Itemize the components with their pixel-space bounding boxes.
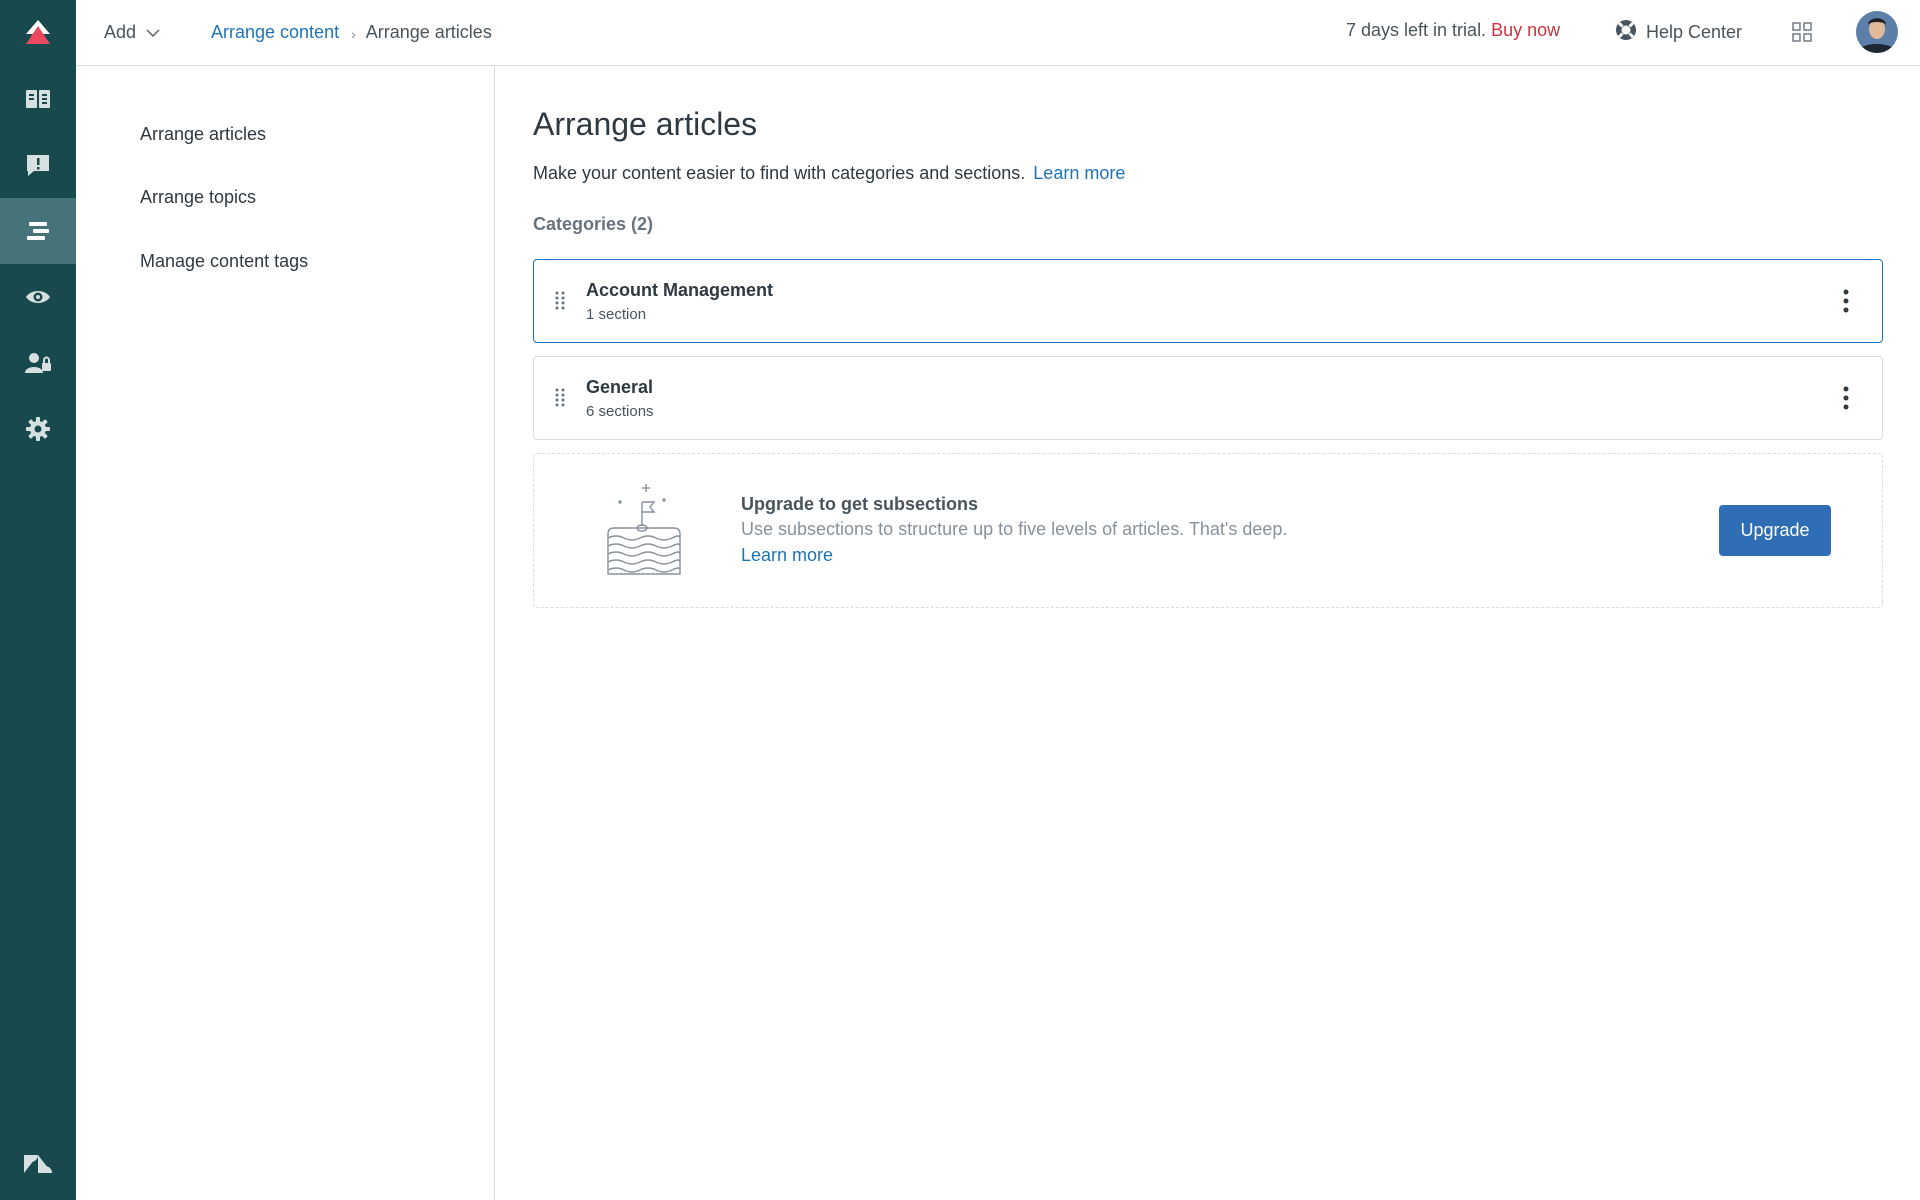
subnav-item-arrange-articles[interactable]: Arrange articles xyxy=(140,124,266,145)
upgrade-description: Use subsections to structure up to five … xyxy=(741,519,1288,539)
breadcrumb-current: Arrange articles xyxy=(365,21,492,42)
upgrade-promo-card: Upgrade to get subsections Use subsectio… xyxy=(533,453,1883,608)
category-section-count: 6 sections xyxy=(586,403,654,420)
gear-icon xyxy=(25,416,51,442)
alert-comment-icon xyxy=(25,152,51,178)
rail-preview[interactable] xyxy=(0,264,76,330)
upgrade-button[interactable]: Upgrade xyxy=(1719,505,1831,556)
category-card[interactable]: General 6 sections xyxy=(533,356,1883,440)
breadcrumb-arrange-content[interactable]: Arrange content xyxy=(211,22,339,43)
grid-icon xyxy=(1792,22,1812,46)
category-name: Account Management xyxy=(586,280,774,300)
breadcrumb: Arrange content › Arrange articles xyxy=(211,20,492,44)
rail-arrange-content[interactable] xyxy=(0,198,76,264)
help-center-button[interactable]: Help Center xyxy=(1614,18,1742,46)
arrange-content-icon xyxy=(25,219,51,243)
page-title: Arrange articles xyxy=(533,106,758,142)
overflow-menu-icon[interactable] xyxy=(1842,288,1850,316)
intro-text: Make your content easier to find with ca… xyxy=(533,163,1125,184)
trial-text: 7 days left in trial. xyxy=(1346,20,1487,40)
product-tray-button[interactable] xyxy=(1792,22,1812,42)
upgrade-learn-more-link[interactable]: Learn more xyxy=(741,545,833,566)
categories-heading: Categories (2) xyxy=(533,214,654,234)
flag-castle-illustration-icon xyxy=(602,478,686,578)
drag-handle-icon[interactable] xyxy=(554,290,566,312)
zendesk-z-icon[interactable] xyxy=(0,1146,76,1182)
zendesk-arrow-icon[interactable] xyxy=(0,0,76,64)
rail-alerts[interactable] xyxy=(0,132,76,198)
user-lock-icon xyxy=(24,350,52,376)
drag-handle-icon[interactable] xyxy=(554,387,566,409)
product-rail xyxy=(0,0,76,1200)
add-button[interactable]: Add xyxy=(104,20,160,44)
guide-book-icon xyxy=(24,87,52,111)
category-section-count: 1 section xyxy=(586,306,647,323)
top-header: Add Arrange content › Arrange articles 7… xyxy=(76,0,1920,66)
overflow-menu-icon[interactable] xyxy=(1842,385,1850,413)
chevron-down-icon xyxy=(146,22,160,43)
secondary-nav: Arrange articles Arrange topics Manage c… xyxy=(76,66,495,1200)
rail-settings[interactable] xyxy=(0,396,76,462)
buy-now-link[interactable]: Buy now xyxy=(1491,20,1560,40)
intro-learn-more-link[interactable]: Learn more xyxy=(1033,163,1125,183)
subnav-item-arrange-topics[interactable]: Arrange topics xyxy=(140,187,256,208)
category-name: General xyxy=(586,377,654,397)
breadcrumb-separator-icon: › xyxy=(351,26,356,42)
trial-notice: 7 days left in trial. Buy now xyxy=(1346,20,1560,44)
rail-user-permissions[interactable] xyxy=(0,330,76,396)
category-card[interactable]: Account Management 1 section xyxy=(533,259,1883,343)
intro-description: Make your content easier to find with ca… xyxy=(533,163,1026,183)
eye-icon xyxy=(24,287,52,307)
lifebuoy-icon xyxy=(1614,18,1638,47)
upgrade-title: Upgrade to get subsections xyxy=(741,494,979,514)
add-label: Add xyxy=(104,21,137,42)
rail-guide-book[interactable] xyxy=(0,66,76,132)
avatar[interactable] xyxy=(1856,11,1898,53)
subnav-item-manage-content-tags[interactable]: Manage content tags xyxy=(140,251,308,272)
help-center-label: Help Center xyxy=(1646,21,1743,42)
